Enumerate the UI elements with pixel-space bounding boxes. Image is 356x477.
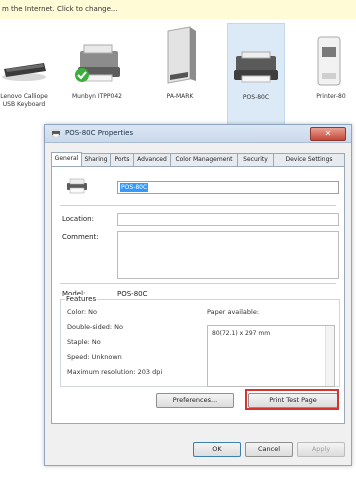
printer-icon: [52, 129, 60, 137]
paper-available-label: Paper available:: [207, 308, 260, 316]
paper-item: 80(72.1) x 297 mm: [212, 330, 271, 337]
info-bar[interactable]: m the Internet. Click to change...: [0, 0, 356, 20]
highlight-box: [245, 389, 339, 410]
features-group: Features Color: No Double-sided: No Stap…: [60, 295, 340, 387]
tab-label: Sharing: [84, 156, 108, 163]
feature-max-resolution: Maximum resolution: 203 dpi: [67, 368, 163, 376]
tab-general[interactable]: General: [51, 152, 82, 167]
device-label: Printer-80: [316, 93, 346, 100]
apply-button[interactable]: Apply: [297, 442, 345, 457]
tab-label: General: [54, 155, 79, 162]
keyboard-icon: [2, 63, 46, 81]
model-value: POS-80C: [117, 290, 148, 298]
features-title: Features: [65, 295, 98, 303]
device-list: Lenovo Calliope USB Keyboard Munbyn ITPP…: [0, 19, 356, 129]
device-item-pa-mark[interactable]: PA-MARK: [150, 23, 210, 127]
feature-color: Color: No: [67, 308, 97, 316]
printer-icon: [67, 178, 87, 194]
general-panel: POS-80C Location: Comment: Model: POS-80…: [51, 166, 345, 424]
printer-name-input[interactable]: POS-80C: [117, 181, 339, 194]
tab-device-settings[interactable]: Device Settings: [273, 153, 345, 166]
tab-label: Device Settings: [285, 156, 333, 163]
comment-label: Comment:: [62, 233, 99, 241]
tab-color-management[interactable]: Color Management: [170, 153, 238, 166]
ok-button[interactable]: OK: [193, 442, 241, 457]
printer-tower-icon: [167, 26, 196, 84]
device-item-munbyn[interactable]: Munbyn ITPP042: [66, 23, 128, 127]
feature-double-sided: Double-sided: No: [67, 323, 123, 331]
dialog-titlebar[interactable]: POS-80C Properties ✕: [45, 125, 351, 143]
comment-input[interactable]: [117, 231, 339, 279]
preferences-button[interactable]: Preferences...: [156, 393, 234, 408]
tab-ports[interactable]: Ports: [110, 153, 134, 166]
device-label: POS-80C: [242, 94, 270, 101]
device-label: Munbyn ITPP042: [72, 93, 122, 100]
tab-sharing[interactable]: Sharing: [81, 153, 111, 166]
info-bar-text[interactable]: m the Internet. Click to change...: [2, 5, 118, 13]
cancel-label: Cancel: [257, 445, 281, 453]
properties-dialog: POS-80C Properties ✕ General Sharing Por…: [44, 124, 352, 466]
device-item-pos-80c[interactable]: POS-80C: [227, 23, 285, 129]
preferences-label: Preferences...: [172, 396, 218, 404]
location-label: Location:: [62, 215, 94, 223]
device-label: PA-MARK: [166, 93, 194, 100]
close-button[interactable]: ✕: [310, 127, 346, 141]
dialog-title: POS-80C Properties: [65, 129, 134, 137]
printer-icon: [317, 36, 341, 86]
printer-name-text: POS-80C: [120, 183, 149, 192]
scrollbar[interactable]: [325, 326, 334, 386]
divider: [60, 205, 336, 206]
location-input[interactable]: [117, 213, 339, 226]
divider: [60, 283, 336, 284]
tab-label: Ports: [114, 156, 130, 163]
printer-icon: [75, 44, 120, 82]
device-item-printer-80[interactable]: Printer-80: [306, 23, 356, 127]
device-item-keyboard[interactable]: Lenovo Calliope USB Keyboard: [0, 23, 48, 127]
printer-icon: [234, 51, 278, 83]
ok-label: OK: [212, 445, 222, 453]
device-label: Lenovo Calliope USB Keyboard: [0, 93, 48, 108]
apply-label: Apply: [311, 445, 331, 453]
tab-label: Advanced: [137, 156, 167, 163]
close-icon: ✕: [324, 129, 332, 138]
tab-advanced[interactable]: Advanced: [133, 153, 171, 166]
cancel-button[interactable]: Cancel: [245, 442, 293, 457]
paper-list[interactable]: 80(72.1) x 297 mm: [207, 325, 335, 387]
tab-label: Security: [243, 156, 268, 163]
tab-security[interactable]: Security: [237, 153, 274, 166]
tab-label: Color Management: [175, 156, 233, 163]
feature-staple: Staple: No: [67, 338, 101, 346]
feature-speed: Speed: Unknown: [67, 353, 122, 361]
